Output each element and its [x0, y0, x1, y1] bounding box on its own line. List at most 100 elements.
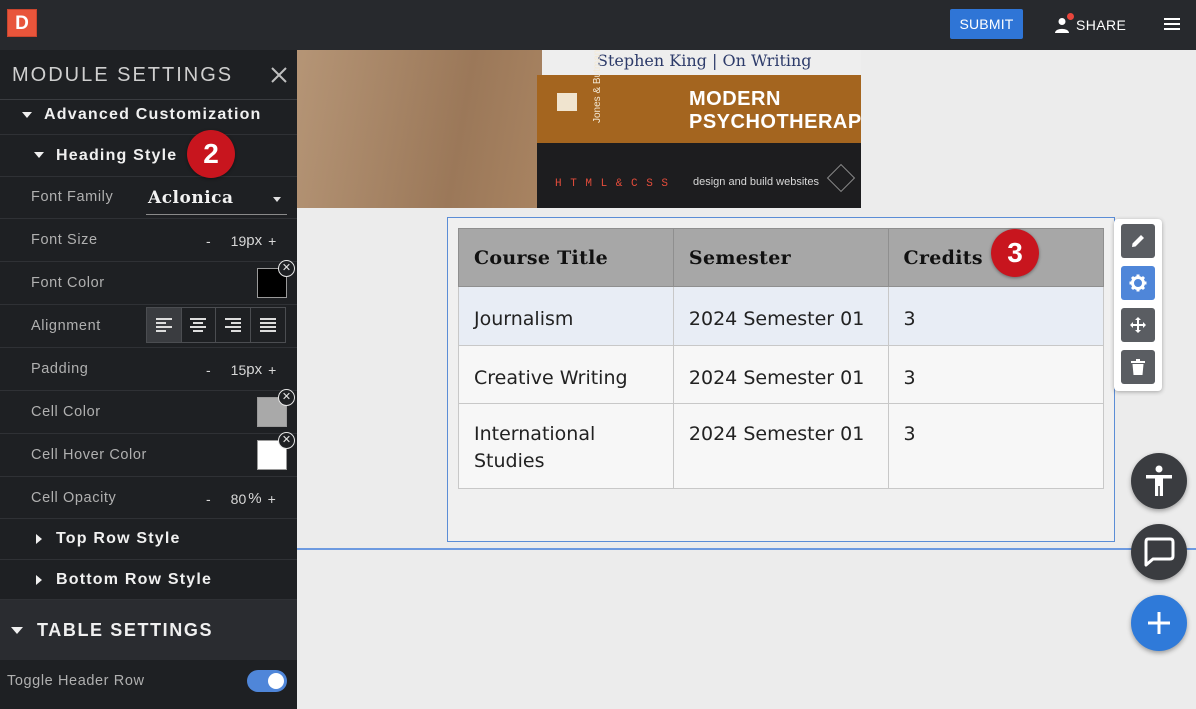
menu-icon[interactable]: [1162, 15, 1182, 33]
edit-button[interactable]: [1121, 224, 1155, 258]
caret-down-icon: [11, 627, 23, 634]
cell-opacity-increment[interactable]: +: [268, 491, 276, 507]
add-button[interactable]: [1131, 595, 1187, 651]
share-label: SHARE: [1076, 17, 1127, 33]
clear-font-color-icon[interactable]: ✕: [278, 260, 295, 277]
caret-right-icon: [36, 534, 42, 544]
cell-opacity-label: Cell Opacity: [31, 490, 117, 506]
gear-icon: [1129, 274, 1147, 292]
book-3-logo: [826, 163, 856, 193]
cell-opacity-stepper[interactable]: - 80 % +: [206, 490, 276, 507]
advanced-customization-header[interactable]: Advanced Customization: [0, 100, 297, 135]
table-row: Creative Writing 2024 Semester 01 3: [458, 345, 1105, 404]
accessibility-icon: [1146, 465, 1172, 496]
dropdown-arrow-icon: [273, 197, 281, 202]
table-cell[interactable]: 2024 Semester 01: [672, 403, 889, 489]
align-justify-icon: [259, 318, 276, 332]
header-cell-semester[interactable]: Semester: [672, 228, 889, 287]
table-cell[interactable]: 2024 Semester 01: [672, 345, 889, 404]
table-cell[interactable]: Journalism: [458, 286, 674, 346]
step-badge-3: 3: [991, 229, 1039, 277]
table-cell[interactable]: 3: [887, 403, 1105, 489]
clear-cell-color-icon[interactable]: ✕: [278, 389, 295, 406]
toggle-header-row-label: Toggle Header Row: [7, 673, 145, 689]
delete-button[interactable]: [1121, 350, 1155, 384]
book-3: H T M L & C S S design and build website…: [537, 143, 861, 208]
step-badge-2: 2: [187, 130, 235, 178]
font-family-select[interactable]: Aclonica: [146, 185, 287, 215]
cell-opacity-value[interactable]: 80: [231, 491, 247, 507]
caret-down-icon: [22, 112, 32, 118]
alignment-label: Alignment: [31, 318, 101, 334]
padding-stepper[interactable]: - 15 px +: [206, 361, 276, 378]
advanced-customization-label: Advanced Customization: [44, 106, 262, 123]
app-logo[interactable]: D: [7, 9, 37, 37]
table-cell[interactable]: 3: [887, 286, 1105, 346]
sidebar-header: MODULE SETTINGS: [0, 50, 297, 100]
move-button[interactable]: [1121, 308, 1155, 342]
top-bar: D SUBMIT SHARE: [0, 0, 1196, 50]
font-family-value: Aclonica: [148, 188, 234, 208]
book-3-code: H T M L & C S S: [555, 178, 670, 190]
padding-unit: px: [246, 361, 263, 378]
close-icon[interactable]: [270, 66, 288, 84]
settings-button[interactable]: [1121, 266, 1155, 300]
toggle-knob: [268, 673, 284, 689]
submit-button[interactable]: SUBMIT: [950, 9, 1023, 39]
notification-dot: [1067, 13, 1074, 20]
header-cell-course-title[interactable]: Course Title: [458, 228, 674, 287]
table-cell[interactable]: 3: [887, 345, 1105, 404]
book-2-logo: [557, 93, 577, 111]
font-size-value[interactable]: 19: [231, 233, 247, 249]
caret-down-icon: [34, 152, 44, 158]
heading-style-header[interactable]: Heading Style: [0, 135, 297, 177]
alignment-button-group: [146, 307, 286, 343]
trash-icon: [1131, 359, 1145, 375]
align-justify-button[interactable]: [251, 308, 285, 342]
font-size-stepper[interactable]: - 19 px +: [206, 232, 276, 249]
book-2: Jones & Butman MODERN PSYCHOTHERAPI: [537, 50, 861, 143]
table-settings-label: TABLE SETTINGS: [37, 620, 214, 640]
chat-button[interactable]: [1131, 524, 1187, 580]
move-icon: [1130, 317, 1146, 333]
table-cell[interactable]: International Studies: [458, 403, 674, 489]
bottom-row-style-label: Bottom Row Style: [56, 571, 213, 588]
align-left-button[interactable]: [147, 308, 182, 342]
font-size-unit: px: [246, 232, 263, 249]
clear-cell-hover-color-icon[interactable]: ✕: [278, 432, 295, 449]
font-color-label: Font Color: [31, 275, 105, 291]
align-center-button[interactable]: [182, 308, 216, 342]
table-settings-header[interactable]: TABLE SETTINGS: [0, 600, 297, 660]
book-2-title-line-1: MODERN: [689, 88, 781, 110]
accessibility-button[interactable]: [1131, 453, 1187, 509]
share-button[interactable]: SHARE: [1054, 13, 1126, 37]
font-size-decrement[interactable]: -: [206, 233, 211, 249]
plus-icon: [1148, 612, 1170, 634]
book-2-author: Jones & Butman: [592, 50, 603, 123]
align-center-icon: [190, 318, 207, 332]
cell-hover-color-label: Cell Hover Color: [31, 447, 147, 463]
font-size-increment[interactable]: +: [268, 233, 276, 249]
font-family-label: Font Family: [31, 189, 114, 205]
table-cell[interactable]: Creative Writing: [458, 345, 674, 404]
toggle-header-row-switch[interactable]: [247, 670, 287, 692]
cell-opacity-unit: %: [248, 490, 262, 507]
bottom-row-style-header[interactable]: Bottom Row Style: [0, 560, 297, 600]
hero-books-image: Stephen King | On Writing Jones & Butman…: [297, 50, 861, 208]
cell-color-label: Cell Color: [31, 404, 101, 420]
padding-value[interactable]: 15: [231, 362, 247, 378]
top-row-style-header[interactable]: Top Row Style: [0, 519, 297, 560]
cell-opacity-decrement[interactable]: -: [206, 491, 211, 507]
align-left-icon: [155, 318, 172, 332]
table-row: International Studies 2024 Semester 01 3: [458, 403, 1105, 489]
padding-decrement[interactable]: -: [206, 362, 211, 378]
chat-icon: [1144, 537, 1175, 567]
padding-increment[interactable]: +: [268, 362, 276, 378]
align-right-button[interactable]: [216, 308, 251, 342]
book-1: Stephen King | On Writing: [542, 50, 861, 75]
caret-right-icon: [36, 575, 42, 585]
module-toolbox: [1114, 219, 1162, 391]
book-2-title-line-2: PSYCHOTHERAPI: [689, 111, 861, 133]
table-cell[interactable]: 2024 Semester 01: [672, 286, 889, 346]
font-size-label: Font Size: [31, 232, 98, 248]
